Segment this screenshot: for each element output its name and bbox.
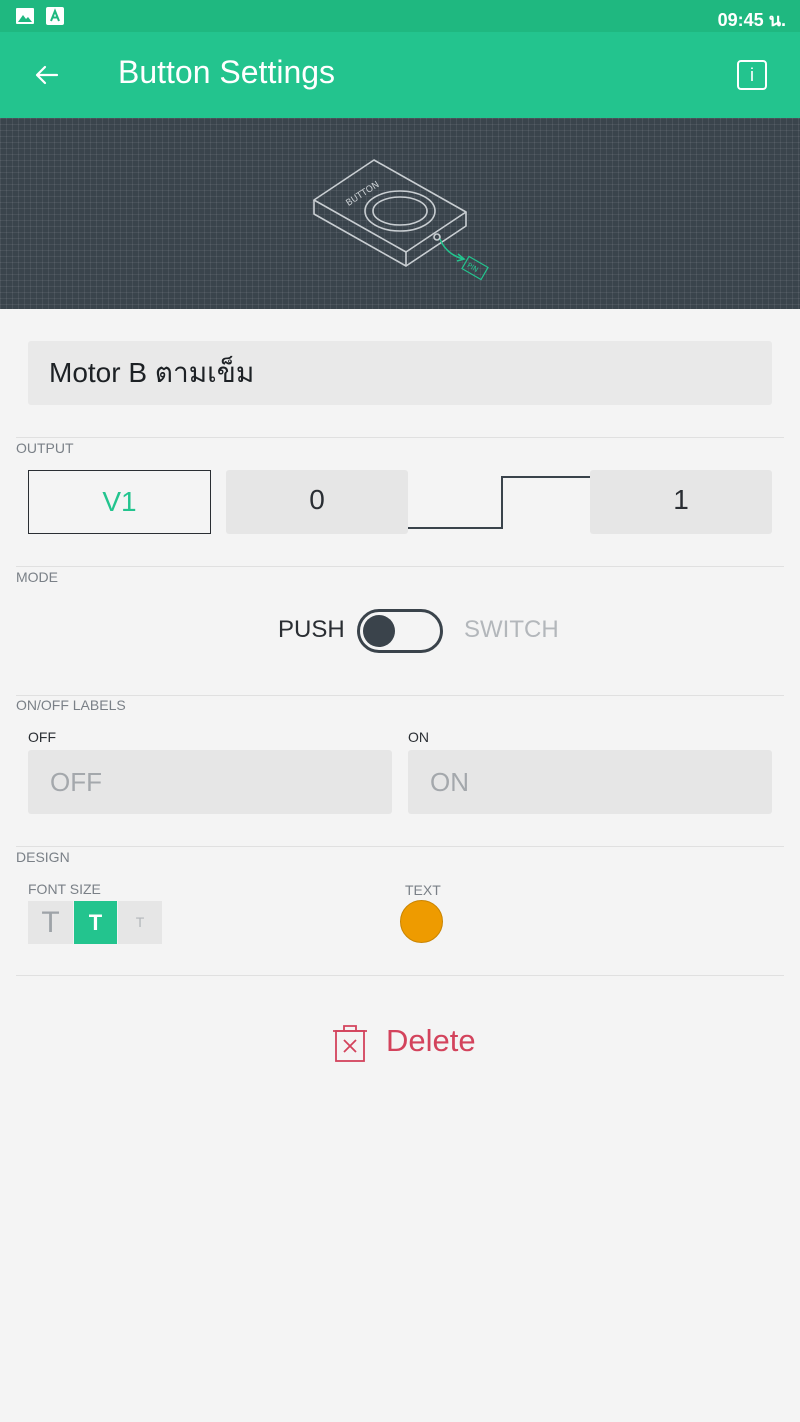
font-size-medium-button[interactable]: T [74,901,117,944]
app-store-icon [46,7,64,25]
output-pin-selector[interactable]: V1 [28,470,211,534]
onoff-section-label: ON/OFF LABELS [16,697,126,713]
arrow-left-icon[interactable] [30,58,64,92]
output-low-value-input[interactable]: 0 [226,470,408,534]
off-label-input[interactable]: OFF [28,750,392,814]
divider [16,695,784,696]
widget-illustration: BUTTON PIN [0,118,800,309]
output-section-label: OUTPUT [16,440,74,456]
info-icon[interactable]: i [737,60,767,90]
delete-label: Delete [386,1023,476,1058]
mode-push-label[interactable]: PUSH [278,616,345,644]
widget-name-input[interactable]: Motor B ตามเข็ม [28,341,772,405]
text-color-label: TEXT [405,882,441,898]
mode-toggle[interactable] [357,609,443,653]
app-bar: Button Settings i [0,32,800,118]
mode-switch-label[interactable]: SWITCH [464,616,559,644]
on-label-input[interactable]: ON [408,750,772,814]
font-size-small-button[interactable]: T [118,901,162,944]
status-time: 09:45 น. [717,10,786,30]
font-size-large-button[interactable]: T [28,901,73,944]
status-bar: 09:45 น. [0,0,800,32]
button-device-illustration: BUTTON PIN [313,159,489,281]
output-high-value-input[interactable]: 1 [590,470,772,534]
divider [16,437,784,438]
on-label-caption: ON [408,729,429,745]
trash-icon [333,1025,367,1062]
output-step-graph [408,476,592,529]
divider [16,566,784,567]
toggle-knob [363,615,395,647]
divider [16,846,784,847]
mode-row: PUSH SWITCH [0,608,800,654]
text-color-picker[interactable] [400,900,443,943]
off-label-caption: OFF [28,729,56,745]
design-section-label: DESIGN [16,849,70,865]
font-size-selector: T T T [28,901,162,944]
font-size-label: FONT SIZE [28,881,101,897]
page-title: Button Settings [118,54,336,90]
image-icon [16,8,34,24]
divider [16,975,784,976]
mode-section-label: MODE [16,569,58,585]
